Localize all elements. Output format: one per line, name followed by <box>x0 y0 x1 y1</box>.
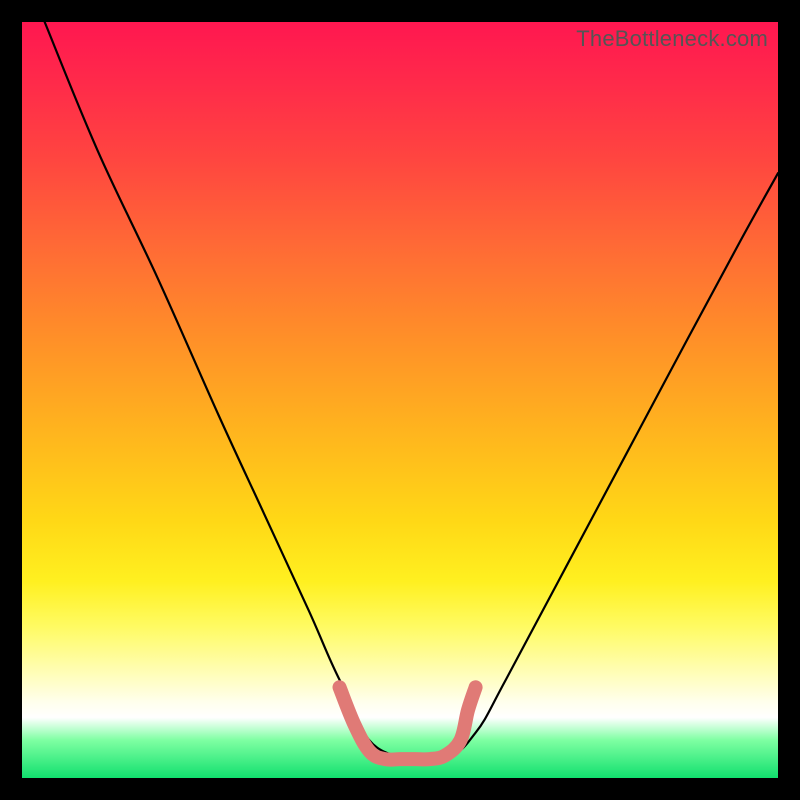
optimal-zone-marker <box>340 687 476 759</box>
chart-frame: TheBottleneck.com <box>0 0 800 800</box>
plot-area: TheBottleneck.com <box>22 22 778 778</box>
chart-svg <box>22 22 778 778</box>
bottleneck-curve <box>45 22 778 758</box>
